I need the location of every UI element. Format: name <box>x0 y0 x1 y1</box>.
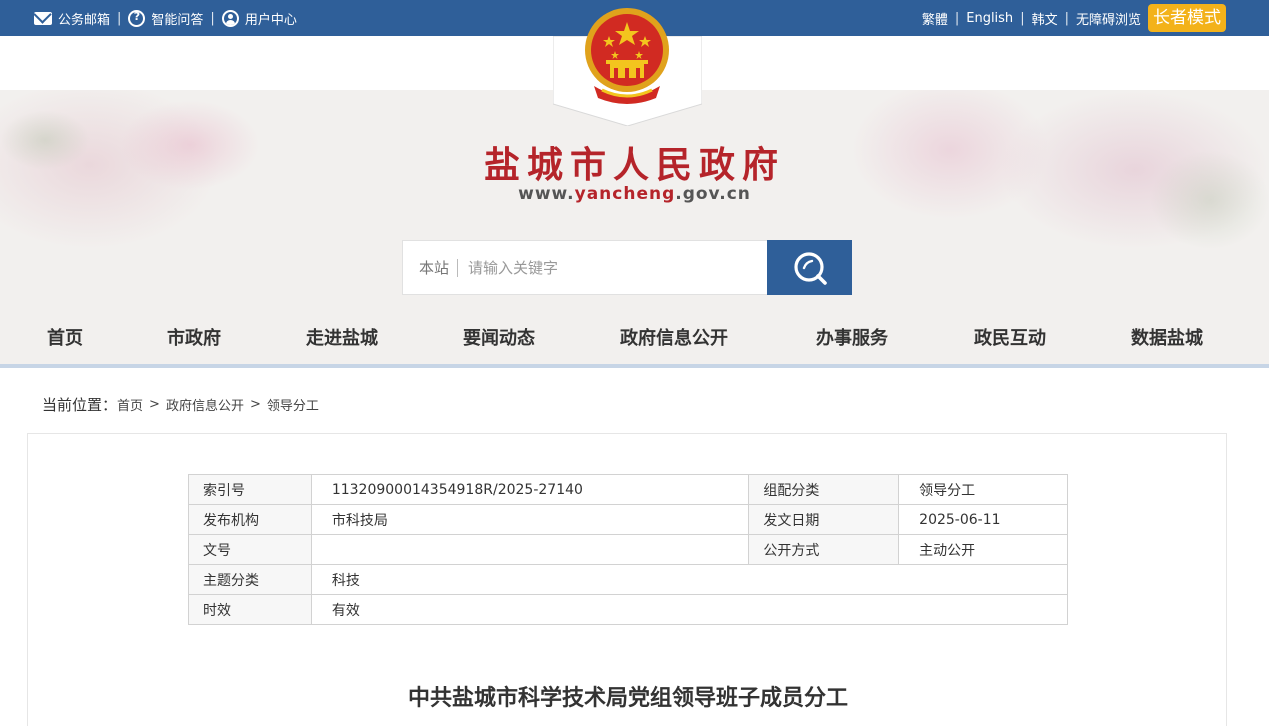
meta-category-value: 领导分工 <box>898 474 1068 505</box>
nav-item-info-disclosure[interactable]: 政府信息公开 <box>620 318 728 364</box>
elder-mode-button[interactable]: 长者模式 <box>1148 4 1226 32</box>
accessible-browse-link[interactable]: 无障碍浏览 <box>1076 9 1141 28</box>
user-center-link[interactable]: 用户中心 <box>221 9 297 28</box>
nav-item-services[interactable]: 办事服务 <box>816 318 888 364</box>
separator: | <box>117 10 122 26</box>
breadcrumb-leadership[interactable]: 领导分工 <box>267 395 319 414</box>
search-bar: 本站 <box>402 240 852 295</box>
meta-docno-value <box>310 534 750 565</box>
main-nav: 首页 市政府 走进盐城 要闻动态 政府信息公开 办事服务 政民互动 数据盐城 <box>0 318 1269 364</box>
meta-date-label: 发文日期 <box>748 504 900 535</box>
meta-index-label: 索引号 <box>188 474 312 505</box>
meta-publisher-label: 发布机构 <box>188 504 312 535</box>
search-icon <box>793 251 827 285</box>
separator: | <box>1020 10 1025 26</box>
document-title: 中共盐城市科学技术局党组领导班子成员分工 <box>407 685 848 711</box>
user-center-label: 用户中心 <box>244 12 297 28</box>
site-url: www.yancheng.gov.cn <box>0 184 1269 204</box>
content-panel: 索引号 11320900014354918R/2025-27140 组配分类 领… <box>27 433 1227 726</box>
mail-icon <box>34 11 52 25</box>
nav-item-data-yancheng[interactable]: 数据盐城 <box>1131 318 1203 364</box>
site-url-prefix: www. <box>518 184 575 204</box>
separator: | <box>210 10 215 26</box>
nav-item-interaction[interactable]: 政民互动 <box>974 318 1046 364</box>
meta-docno-label: 文号 <box>188 534 312 565</box>
meta-date-value: 2025-06-11 <box>898 504 1068 535</box>
meta-disclosure-value: 主动公开 <box>898 534 1068 565</box>
search-button[interactable] <box>767 240 852 295</box>
nav-item-home[interactable]: 首页 <box>47 318 83 364</box>
meta-validity-value: 有效 <box>310 594 1069 625</box>
meta-category-label: 组配分类 <box>748 474 900 505</box>
korean-link[interactable]: 韩文 <box>1032 9 1058 28</box>
meta-validity-label: 时效 <box>188 594 312 625</box>
site-url-suffix: .gov.cn <box>675 184 751 204</box>
chat-question-icon <box>128 9 146 27</box>
site-url-highlight: yancheng <box>574 184 676 204</box>
table-row: 发布机构 市科技局 发文日期 2025-06-11 <box>188 504 1068 535</box>
breadcrumb-separator: > <box>249 397 261 412</box>
separator: | <box>1064 10 1069 26</box>
nav-item-about-yancheng[interactable]: 走进盐城 <box>306 318 378 364</box>
nav-item-news[interactable]: 要闻动态 <box>463 318 535 364</box>
english-link[interactable]: English <box>966 11 1013 26</box>
national-emblem-icon <box>585 8 669 104</box>
meta-topic-label: 主题分类 <box>188 564 312 595</box>
meta-index-value: 11320900014354918R/2025-27140 <box>310 474 750 505</box>
mail-link[interactable]: 公务邮箱 <box>34 9 110 28</box>
breadcrumb-home[interactable]: 首页 <box>117 395 143 414</box>
breadcrumb-separator: > <box>149 397 160 412</box>
nav-item-city-government[interactable]: 市政府 <box>167 318 221 364</box>
breadcrumb-info-disclosure[interactable]: 政府信息公开 <box>166 395 244 414</box>
search-field-wrapper: 本站 <box>402 240 767 295</box>
mail-link-label: 公务邮箱 <box>58 12 111 28</box>
separator: | <box>954 10 960 26</box>
smart-qa-link[interactable]: 智能问答 <box>128 9 203 28</box>
breadcrumb-label: 当前位置： <box>42 396 118 414</box>
table-row: 文号 公开方式 主动公开 <box>188 534 1068 565</box>
search-scope[interactable]: 本站 <box>419 258 459 277</box>
meta-publisher-value: 市科技局 <box>310 504 750 535</box>
top-right-links: 繁體 | English | 韩文 | 无障碍浏览 长者模式 <box>922 0 1226 36</box>
breadcrumb: 当前位置： 首页 > 政府信息公开 > 领导分工 <box>42 394 319 415</box>
meta-disclosure-label: 公开方式 <box>748 534 900 565</box>
smart-qa-label: 智能问答 <box>151 12 204 28</box>
traditional-chinese-link[interactable]: 繁體 <box>922 9 948 28</box>
top-left-links: 公务邮箱 | 智能问答 | 用户中心 <box>34 0 297 36</box>
nav-underline <box>0 364 1269 368</box>
table-row: 索引号 11320900014354918R/2025-27140 组配分类 领… <box>188 474 1068 505</box>
site-title: 盐城市人民政府 <box>483 144 785 186</box>
user-icon <box>221 9 239 27</box>
meta-topic-value: 科技 <box>310 564 1069 595</box>
table-row: 主题分类 科技 <box>188 564 1069 595</box>
document-meta-table: 索引号 11320900014354918R/2025-27140 组配分类 领… <box>188 474 1069 625</box>
table-row: 时效 有效 <box>188 594 1069 625</box>
search-input[interactable] <box>458 258 739 277</box>
